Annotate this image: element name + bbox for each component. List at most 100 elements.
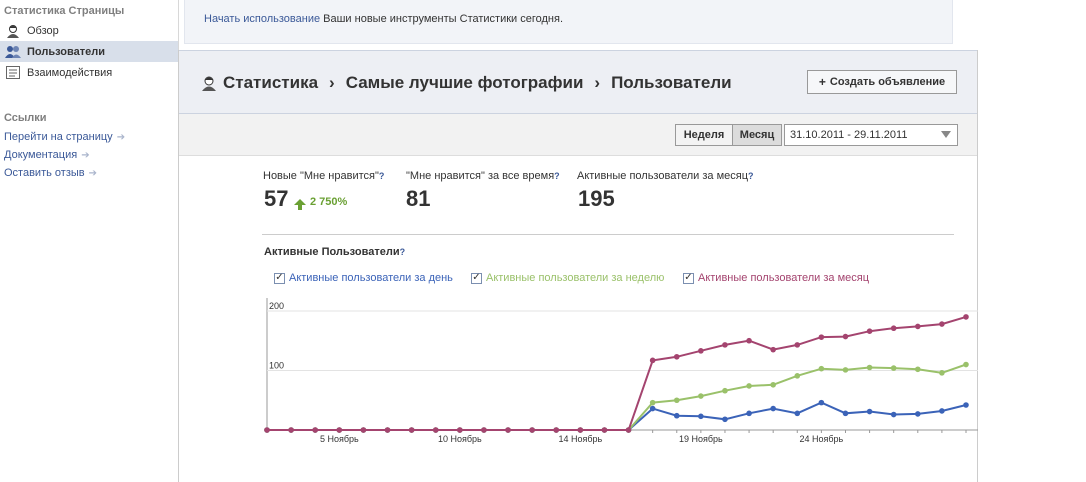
data-point xyxy=(601,427,608,433)
active-users-chart: 100 200 5 Ноябрь 10 Ноябрь 14 Ноябрь 19 Ноябр… xyxy=(264,298,978,444)
data-point xyxy=(818,365,825,372)
arrow-right-icon: ➔ xyxy=(81,149,90,161)
data-point xyxy=(649,399,656,406)
data-point xyxy=(408,427,415,433)
section-heading-links: Ссылки xyxy=(4,112,47,124)
arrow-right-icon: ➔ xyxy=(88,167,97,179)
arrow-up-icon xyxy=(294,199,306,210)
checkbox-checked-icon[interactable]: ✓ xyxy=(274,272,285,284)
data-point xyxy=(288,427,294,433)
sidebar-item-label: Пользователи xyxy=(27,45,106,58)
checkbox-checked-icon[interactable]: ✓ xyxy=(471,272,482,284)
metric-label-total-likes: "Мне нравится" за все время? xyxy=(406,170,560,182)
y-tick-label: 100 xyxy=(269,360,284,370)
section-heading-stats: Статистика Страницы xyxy=(4,5,125,17)
create-ad-label: Создать объявление xyxy=(829,76,946,88)
help-icon[interactable]: ? xyxy=(400,247,406,257)
data-point xyxy=(842,333,849,340)
help-icon[interactable]: ? xyxy=(379,171,385,181)
breadcrumb-item-page[interactable]: Самые лучшие фотографии xyxy=(346,73,584,93)
data-point xyxy=(577,427,584,433)
link-label: Перейти на страницу xyxy=(4,131,113,143)
link-go-to-page[interactable]: Перейти на страницу ➔ xyxy=(4,131,125,143)
get-started-link[interactable]: Начать использование xyxy=(204,13,320,25)
date-range-select[interactable]: 31.10.2011 - 29.11.2011 xyxy=(784,124,958,146)
data-point xyxy=(529,427,535,433)
data-point xyxy=(939,321,945,327)
data-point xyxy=(746,337,752,344)
data-point xyxy=(336,427,343,433)
metric-value-new-likes: 57 xyxy=(264,186,289,211)
link-feedback[interactable]: Оставить отзыв ➔ xyxy=(4,167,97,179)
data-point xyxy=(312,427,319,433)
data-point xyxy=(866,408,873,415)
data-point xyxy=(432,427,439,433)
legend-label: Активные пользователи за неделю xyxy=(486,272,665,284)
data-point xyxy=(914,411,921,417)
breadcrumb-item-stats[interactable]: Статистика xyxy=(223,73,318,93)
legend-label: Активные пользователи за день xyxy=(289,272,453,284)
period-toolbar: Неделя Месяц 31.10.2011 - 29.11.2011 xyxy=(179,114,977,156)
data-point xyxy=(866,328,873,334)
page-header: Статистика › Самые лучшие фотографии › П… xyxy=(179,50,977,114)
data-point xyxy=(505,427,511,433)
sidebar: Статистика Страницы Обзор Пользователи В… xyxy=(0,0,178,482)
help-icon[interactable]: ? xyxy=(748,171,754,181)
help-icon[interactable]: ? xyxy=(554,171,560,181)
period-month-label: Месяц xyxy=(739,129,775,141)
legend-item-weekly[interactable]: ✓ Активные пользователи за неделю xyxy=(471,272,664,284)
data-point xyxy=(264,427,270,433)
data-point xyxy=(625,427,632,433)
series-line-1 xyxy=(267,363,967,431)
legend-item-daily[interactable]: ✓ Активные пользователи за день xyxy=(274,272,453,284)
data-point xyxy=(722,342,728,348)
data-point xyxy=(890,325,897,332)
period-week-button[interactable]: Неделя xyxy=(675,124,733,146)
data-point xyxy=(866,364,873,371)
period-week-label: Неделя xyxy=(683,129,725,141)
data-point xyxy=(746,410,752,417)
data-point xyxy=(842,367,849,373)
section-divider xyxy=(262,234,954,235)
data-point xyxy=(722,416,728,423)
sidebar-item-users[interactable]: Пользователи xyxy=(0,41,178,62)
growth-value: 2 750% xyxy=(310,196,348,208)
legend-label: Активные пользователи за месяц xyxy=(698,272,870,284)
data-point xyxy=(457,427,463,433)
create-ad-button[interactable]: + Создать объявление xyxy=(807,70,957,94)
data-point xyxy=(698,348,704,354)
breadcrumb-item-users: Пользователи xyxy=(611,73,732,92)
data-point xyxy=(673,397,680,404)
data-point xyxy=(890,365,897,371)
data-point xyxy=(649,357,656,364)
data-point xyxy=(963,361,969,368)
x-tick-label: 24 Ноябрь xyxy=(800,434,844,444)
metric-value-monthly-active: 195 xyxy=(578,186,615,211)
data-point xyxy=(939,408,945,414)
page-avatar-icon xyxy=(201,75,217,91)
data-point xyxy=(914,366,921,373)
data-point xyxy=(770,381,776,388)
data-point xyxy=(842,410,849,417)
notice-text: Ваши новые инструменты Статистики сегодн… xyxy=(320,13,564,25)
chart-title: Активные Пользователи? xyxy=(264,246,406,258)
link-documentation[interactable]: Документация ➔ xyxy=(4,149,90,161)
legend-item-monthly[interactable]: ✓ Активные пользователи за месяц xyxy=(683,272,869,284)
period-month-button[interactable]: Месяц xyxy=(732,124,782,146)
breadcrumb-separator: › xyxy=(329,73,335,92)
y-tick-label: 200 xyxy=(269,301,284,311)
data-point xyxy=(890,411,897,418)
growth-indicator: 2 750% xyxy=(294,196,348,210)
arrow-right-icon: ➔ xyxy=(116,131,126,143)
data-point xyxy=(963,402,969,408)
data-point xyxy=(939,370,945,376)
sidebar-item-interactions[interactable]: Взаимодействия xyxy=(0,62,178,83)
data-point xyxy=(481,427,487,433)
data-point xyxy=(794,342,801,348)
user-avatar-icon xyxy=(5,23,21,39)
plus-icon: + xyxy=(818,75,826,89)
data-point xyxy=(818,334,825,340)
sidebar-item-overview[interactable]: Обзор xyxy=(0,20,178,41)
checkbox-checked-icon[interactable]: ✓ xyxy=(683,272,694,284)
data-point xyxy=(698,393,704,399)
